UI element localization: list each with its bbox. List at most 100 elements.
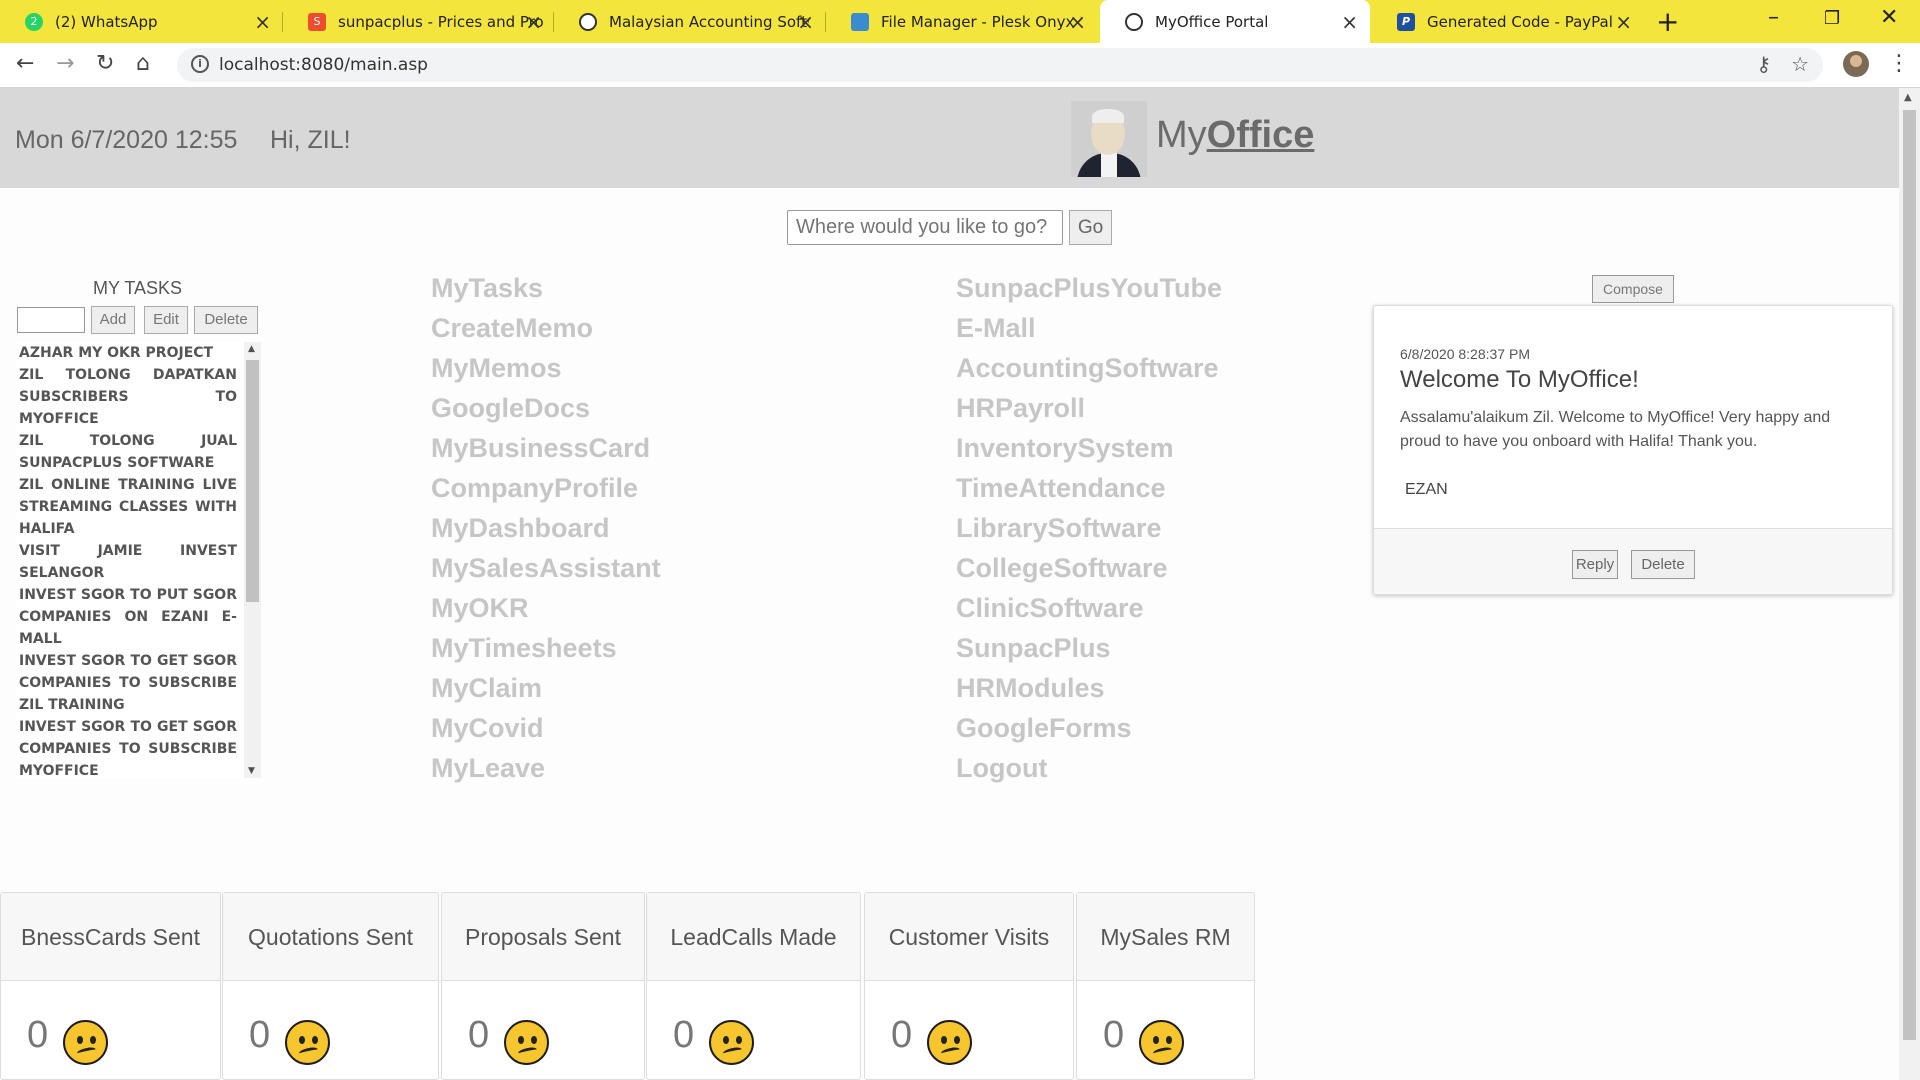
nav-link-timeattendance[interactable]: TimeAttendance bbox=[956, 473, 1166, 504]
brand-logo[interactable]: MyOffice bbox=[1156, 114, 1314, 157]
plesk-icon bbox=[851, 12, 869, 31]
url-text: localhost:8080/main.asp bbox=[219, 55, 428, 75]
nav-link-myclaim[interactable]: MyClaim bbox=[431, 673, 542, 704]
close-icon[interactable]: × bbox=[1615, 10, 1632, 34]
task-item[interactable]: ZIL TOLONG JUAL SUNPACPLUS SOFTWARE bbox=[19, 430, 237, 474]
profile-avatar[interactable] bbox=[1843, 51, 1869, 77]
edit-task-button[interactable]: Edit bbox=[144, 306, 188, 334]
scroll-down-icon[interactable]: ▼ bbox=[248, 766, 255, 776]
tab-myoffice-portal[interactable]: MyOffice Portal × bbox=[1100, 0, 1370, 43]
nav-link-clinicsoftware[interactable]: ClinicSoftware bbox=[956, 593, 1144, 624]
task-list-scrollbar[interactable]: ▲ ▼ bbox=[244, 342, 261, 778]
back-arrow-icon[interactable]: ← bbox=[16, 51, 34, 76]
tab-plesk[interactable]: File Manager - Plesk Onyx 17 × bbox=[826, 0, 1098, 43]
page-content: Mon 6/7/2020 12:55 Hi, ZIL! MyOffice Go … bbox=[0, 88, 1899, 1080]
maximize-icon[interactable]: ❐ bbox=[1824, 8, 1840, 29]
task-item[interactable]: ZIL TOLONG DAPATKAN SUBSCRIBERS TO MYOFF… bbox=[19, 364, 237, 430]
go-button[interactable]: Go bbox=[1069, 210, 1112, 245]
nav-link-mytimesheets[interactable]: MyTimesheets bbox=[431, 633, 617, 664]
menu-dots-icon[interactable]: ⋮ bbox=[1888, 51, 1910, 76]
task-item[interactable]: INVEST SGOR TO PUT SGOR COMPANIES ON EZA… bbox=[19, 584, 237, 650]
confused-face-icon bbox=[1139, 1020, 1184, 1065]
tab-title: MyOffice Portal bbox=[1155, 12, 1269, 31]
nav-link-companyprofile[interactable]: CompanyProfile bbox=[431, 473, 638, 504]
user-photo bbox=[1071, 101, 1147, 177]
scroll-up-icon[interactable]: ▲ bbox=[248, 344, 255, 354]
delete-task-button[interactable]: Delete bbox=[194, 306, 258, 334]
nav-link-collegesoftware[interactable]: CollegeSoftware bbox=[956, 553, 1168, 584]
greeting-label: Hi, ZIL! bbox=[270, 126, 351, 154]
message-footer: Reply Delete bbox=[1374, 528, 1892, 594]
portal-header: Mon 6/7/2020 12:55 Hi, ZIL! MyOffice bbox=[0, 88, 1899, 188]
stat-label: MySales RM bbox=[1077, 893, 1254, 981]
tab-title: Malaysian Accounting Software bbox=[609, 12, 809, 31]
close-icon[interactable]: × bbox=[254, 10, 271, 34]
tab-sunpacplus[interactable]: S sunpacplus - Prices and Promotions × bbox=[283, 0, 554, 43]
nav-link-logout[interactable]: Logout bbox=[956, 753, 1047, 784]
stat-card: Customer Visits 0 bbox=[864, 892, 1074, 1080]
tab-whatsapp[interactable]: 2 (2) WhatsApp × bbox=[0, 0, 283, 43]
nav-link-googleforms[interactable]: GoogleForms bbox=[956, 713, 1132, 744]
nav-link-librarysoftware[interactable]: LibrarySoftware bbox=[956, 513, 1162, 544]
nav-link-mytasks[interactable]: MyTasks bbox=[431, 273, 543, 304]
close-icon[interactable]: × bbox=[525, 10, 542, 34]
nav-link-inventorysystem[interactable]: InventorySystem bbox=[956, 433, 1174, 464]
task-item[interactable]: INVEST SGOR TO GET SGOR COMPANIES TO SUB… bbox=[19, 650, 237, 716]
close-icon[interactable]: × bbox=[1341, 10, 1358, 34]
nav-link-mydashboard[interactable]: MyDashboard bbox=[431, 513, 610, 544]
tab-accounting[interactable]: Malaysian Accounting Software × bbox=[554, 0, 826, 43]
search-input[interactable] bbox=[787, 210, 1063, 245]
nav-link-hrmodules[interactable]: HRModules bbox=[956, 673, 1105, 704]
message-date: 6/8/2020 8:28:37 PM bbox=[1400, 346, 1530, 362]
nav-link-myleave[interactable]: MyLeave bbox=[431, 753, 545, 784]
reload-icon[interactable]: ↻ bbox=[96, 51, 114, 76]
nav-link-myokr[interactable]: MyOKR bbox=[431, 593, 529, 624]
nav-link-accountingsoftware[interactable]: AccountingSoftware bbox=[956, 353, 1219, 384]
close-icon[interactable]: × bbox=[797, 10, 814, 34]
stat-label: BnessCards Sent bbox=[1, 893, 220, 981]
home-icon[interactable]: ⌂ bbox=[136, 51, 150, 76]
nav-link-sunpacplus[interactable]: SunpacPlus bbox=[956, 633, 1111, 664]
nav-link-mymemos[interactable]: MyMemos bbox=[431, 353, 562, 384]
minimize-icon[interactable]: – bbox=[1768, 5, 1779, 30]
scroll-up-icon[interactable]: ▲ bbox=[1904, 92, 1912, 103]
stat-value: 0 bbox=[891, 1014, 913, 1056]
task-input[interactable] bbox=[17, 307, 85, 333]
close-icon[interactable]: × bbox=[1069, 10, 1086, 34]
nav-link-mycovid[interactable]: MyCovid bbox=[431, 713, 544, 744]
task-list[interactable]: AZHAR MY OKR PROJECT ZIL TOLONG DAPATKAN … bbox=[16, 342, 263, 778]
task-item[interactable]: VISIT JAMIE INVEST SELANGOR bbox=[19, 540, 237, 584]
stat-value: 0 bbox=[673, 1014, 695, 1056]
add-task-button[interactable]: Add bbox=[91, 306, 135, 334]
address-bar[interactable]: i localhost:8080/main.asp ⚷ ☆ bbox=[177, 48, 1823, 82]
task-item[interactable]: INVEST SGOR TO GET SGOR COMPANIES TO SUB… bbox=[19, 716, 237, 778]
page-scrollbar[interactable]: ▲ bbox=[1899, 88, 1920, 1080]
info-icon[interactable]: i bbox=[191, 55, 209, 73]
nav-link-creatememo[interactable]: CreateMemo bbox=[431, 313, 593, 344]
stat-label: Proposals Sent bbox=[442, 893, 644, 981]
new-tab-plus-icon[interactable]: + bbox=[1656, 5, 1679, 38]
key-icon[interactable]: ⚷ bbox=[1756, 52, 1771, 76]
stat-value: 0 bbox=[27, 1014, 49, 1056]
nav-link-hrpayroll[interactable]: HRPayroll bbox=[956, 393, 1085, 424]
task-item[interactable]: ZIL ONLINE TRAINING LIVE STREAMING CLASS… bbox=[19, 474, 237, 540]
nav-link-mybusinesscard[interactable]: MyBusinessCard bbox=[431, 433, 650, 464]
confused-face-icon bbox=[927, 1020, 972, 1065]
stat-label: Customer Visits bbox=[865, 893, 1073, 981]
tasks-title: MY TASKS bbox=[93, 278, 183, 298]
nav-link-sunpacplusyoutube[interactable]: SunpacPlusYouTube bbox=[956, 273, 1222, 304]
nav-link-e-mall[interactable]: E-Mall bbox=[956, 313, 1036, 344]
delete-message-button[interactable]: Delete bbox=[1631, 550, 1695, 579]
task-item[interactable]: AZHAR MY OKR PROJECT bbox=[19, 342, 237, 364]
star-icon[interactable]: ☆ bbox=[1791, 52, 1809, 76]
reply-button[interactable]: Reply bbox=[1572, 550, 1618, 579]
stat-value: 0 bbox=[468, 1014, 490, 1056]
tab-paypal[interactable]: P Generated Code - PayPal × bbox=[1372, 0, 1644, 43]
nav-link-googledocs[interactable]: GoogleDocs bbox=[431, 393, 590, 424]
confused-face-icon bbox=[709, 1020, 754, 1065]
window-close-icon[interactable]: ✕ bbox=[1880, 5, 1898, 30]
compose-button[interactable]: Compose bbox=[1592, 275, 1674, 303]
forward-arrow-icon[interactable]: → bbox=[56, 51, 74, 76]
message-title: Welcome To MyOffice! bbox=[1400, 366, 1639, 393]
nav-link-mysalesassistant[interactable]: MySalesAssistant bbox=[431, 553, 661, 584]
